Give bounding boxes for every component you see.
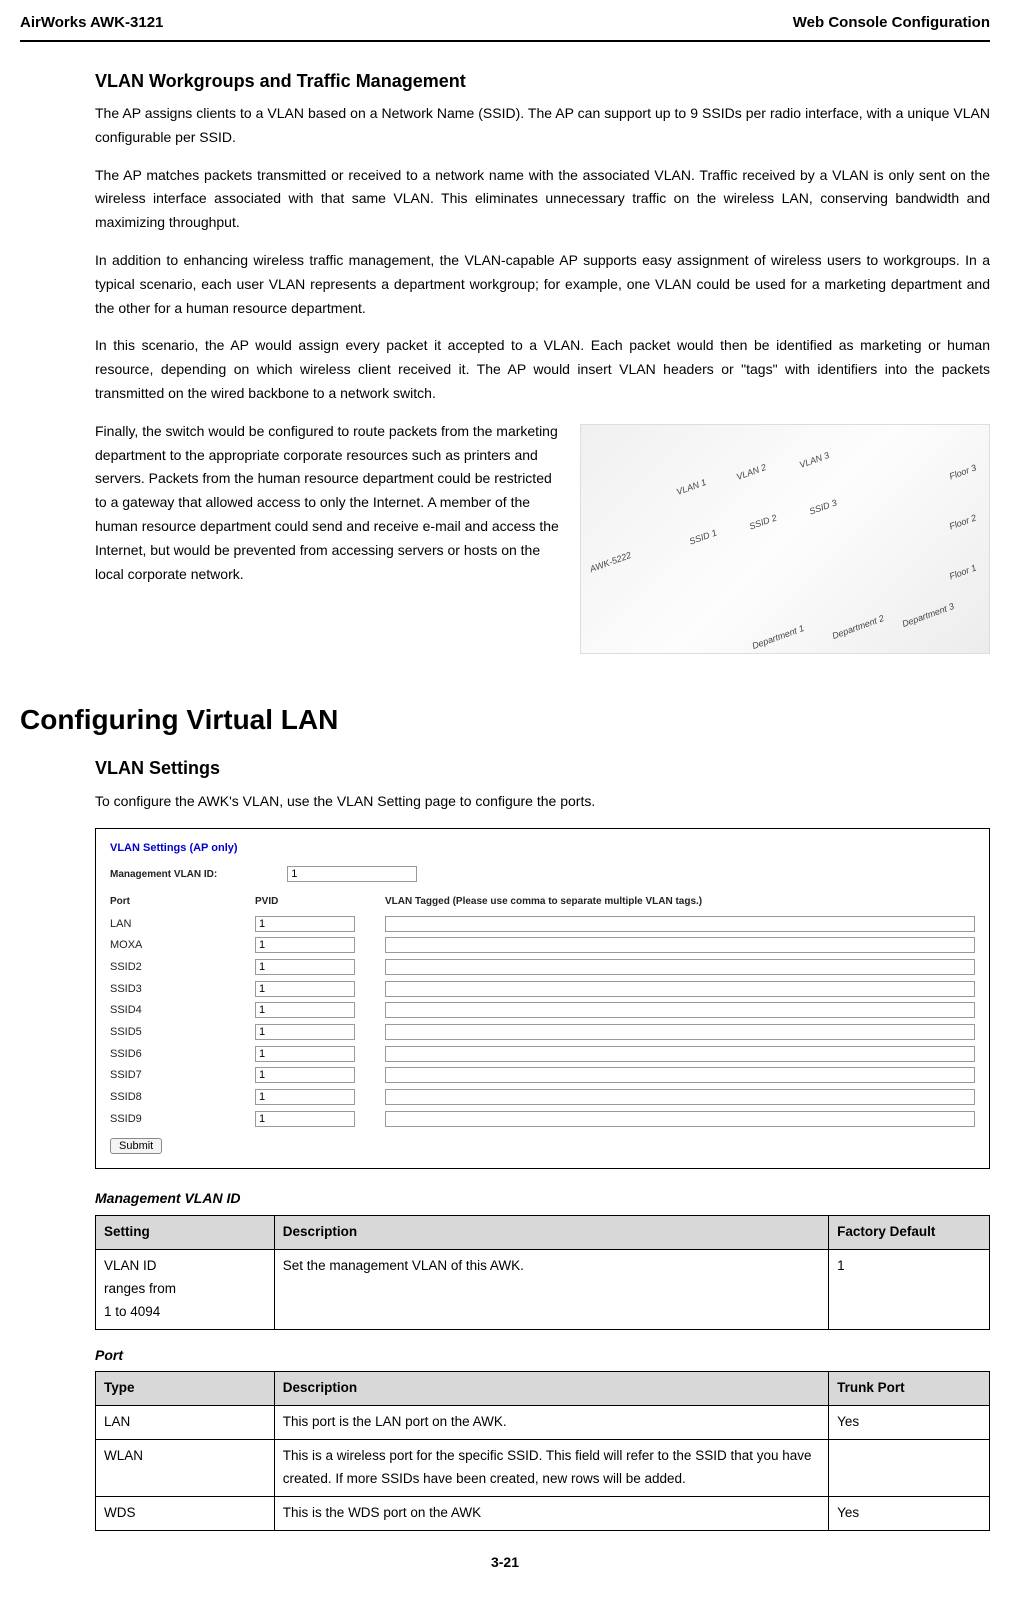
t2-h0: Type [96,1372,275,1406]
vlan-tagged-input[interactable] [385,1089,975,1105]
pvid-input[interactable] [255,1002,355,1018]
vlan-diagram: AWK-5222 VLAN 1 VLAN 2 VLAN 3 SSID 1 SSI… [580,424,990,654]
mgmt-vlan-label: Management VLAN ID: [110,866,217,883]
table-row: WDSThis is the WDS port on the AWKYes [96,1497,990,1531]
pvid-input[interactable] [255,1067,355,1083]
para-3: In addition to enhancing wireless traffi… [95,249,990,320]
diagram-dept1-label: Department 1 [750,621,806,654]
diagram-device-label: AWK-5222 [588,548,634,577]
port-cell: SSID8 [110,1088,255,1107]
vlan-tagged-input[interactable] [385,1002,975,1018]
table-management-vlan: Setting Description Factory Default VLAN… [95,1215,990,1330]
col-tagged-header: VLAN Tagged (Please use comma to separat… [385,893,975,912]
port-cell: SSID6 [110,1045,255,1064]
t1-h1: Description [274,1215,828,1249]
pvid-input[interactable] [255,1111,355,1127]
vlan-tagged-input[interactable] [385,937,975,953]
table-cell: This is a wireless port for the specific… [274,1440,828,1497]
vlan-tagged-input[interactable] [385,1067,975,1083]
pvid-input[interactable] [255,981,355,997]
vlan-tagged-input[interactable] [385,1024,975,1040]
port-cell: SSID4 [110,1001,255,1020]
t2-h1: Description [274,1372,828,1406]
submit-button[interactable]: Submit [110,1138,162,1154]
mgmt-vlan-input[interactable] [287,866,417,882]
para-4: In this scenario, the AP would assign ev… [95,334,990,405]
col-port-header: Port [110,893,255,912]
diagram-floor1-label: Floor 1 [947,561,979,585]
diagram-floor2-label: Floor 2 [947,511,979,535]
page-header: AirWorks AWK-3121 Web Console Configurat… [20,10,990,42]
table-cell: Yes [829,1497,990,1531]
diagram-vlan2-label: VLAN 2 [734,460,768,485]
pvid-input[interactable] [255,1089,355,1105]
diagram-ssid2-label: SSID 2 [747,510,779,534]
port-cell: SSID9 [110,1110,255,1129]
table-row: LANThis port is the LAN port on the AWK.… [96,1406,990,1440]
port-cell: SSID2 [110,958,255,977]
header-right: Web Console Configuration [793,10,990,36]
para-2: The AP matches packets transmitted or re… [95,164,990,235]
heading-vlan-settings: VLAN Settings [95,753,990,784]
diagram-vlan1-label: VLAN 1 [674,475,708,500]
pvid-input[interactable] [255,1024,355,1040]
vlan-tagged-input[interactable] [385,1111,975,1127]
t1-h2: Factory Default [829,1215,990,1249]
heading-config-vlan: Configuring Virtual LAN [20,696,990,744]
pvid-input[interactable] [255,916,355,932]
vlan-tagged-input[interactable] [385,981,975,997]
diagram-vlan3-label: VLAN 3 [797,448,831,473]
port-cell: LAN [110,915,255,934]
port-cell: SSID7 [110,1066,255,1085]
pvid-input[interactable] [255,937,355,953]
port-cell: MOXA [110,936,255,955]
diagram-dept2-label: Department 2 [830,611,886,644]
table-row: VLAN ID ranges from 1 to 4094Set the man… [96,1249,990,1329]
table-cell: Set the management VLAN of this AWK. [274,1249,828,1329]
table-cell: WDS [96,1497,275,1531]
table-cell: LAN [96,1406,275,1440]
screenshot-title: VLAN Settings (AP only) [110,839,975,858]
table-cell: 1 [829,1249,990,1329]
table-row: WLANThis is a wireless port for the spec… [96,1440,990,1497]
diagram-dept3-label: Department 3 [900,599,956,632]
port-cell: SSID3 [110,980,255,999]
table-port: Type Description Trunk Port LANThis port… [95,1371,990,1531]
para-settings: To configure the AWK's VLAN, use the VLA… [95,790,990,814]
vlan-settings-screenshot: VLAN Settings (AP only) Management VLAN … [95,828,990,1169]
table-cell: WLAN [96,1440,275,1497]
table-cell: This is the WDS port on the AWK [274,1497,828,1531]
page-number: 3-21 [20,1551,990,1575]
col-pvid-header: PVID [255,893,385,912]
diagram-ssid3-label: SSID 3 [807,495,839,519]
t1-h0: Setting [96,1215,275,1249]
table2-caption: Port [95,1344,990,1368]
table-cell [829,1440,990,1497]
pvid-input[interactable] [255,959,355,975]
t2-h2: Trunk Port [829,1372,990,1406]
table-cell: Yes [829,1406,990,1440]
vlan-tagged-input[interactable] [385,959,975,975]
table1-caption: Management VLAN ID [95,1187,990,1211]
para-1: The AP assigns clients to a VLAN based o… [95,102,990,150]
diagram-ssid1-label: SSID 1 [687,525,719,549]
diagram-floor3-label: Floor 3 [947,461,979,485]
table-cell: VLAN ID ranges from 1 to 4094 [96,1249,275,1329]
heading-workgroups: VLAN Workgroups and Traffic Management [95,66,990,97]
vlan-tagged-input[interactable] [385,916,975,932]
pvid-input[interactable] [255,1046,355,1062]
vlan-tagged-input[interactable] [385,1046,975,1062]
port-cell: SSID5 [110,1023,255,1042]
table-cell: This port is the LAN port on the AWK. [274,1406,828,1440]
header-left: AirWorks AWK-3121 [20,10,163,36]
